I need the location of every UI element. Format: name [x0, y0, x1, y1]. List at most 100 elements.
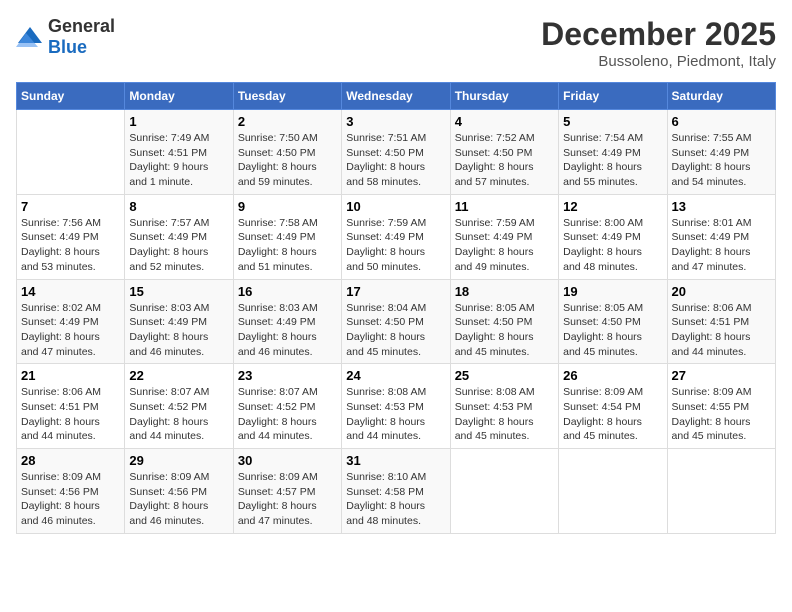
calendar-cell: 7 Sunrise: 7:56 AMSunset: 4:49 PMDaylight…	[17, 194, 125, 279]
calendar-cell: 5 Sunrise: 7:54 AMSunset: 4:49 PMDaylight…	[559, 110, 667, 195]
cell-info: Sunrise: 8:03 AMSunset: 4:49 PMDaylight:…	[129, 301, 228, 360]
calendar-cell: 26 Sunrise: 8:09 AMSunset: 4:54 PMDayligh…	[559, 364, 667, 449]
day-number: 13	[672, 199, 771, 214]
day-number: 23	[238, 368, 337, 383]
calendar-cell: 27 Sunrise: 8:09 AMSunset: 4:55 PMDayligh…	[667, 364, 775, 449]
calendar-cell	[450, 449, 558, 534]
calendar-cell: 25 Sunrise: 8:08 AMSunset: 4:53 PMDayligh…	[450, 364, 558, 449]
cell-info: Sunrise: 8:06 AMSunset: 4:51 PMDaylight:…	[672, 301, 771, 360]
day-header-thursday: Thursday	[450, 83, 558, 110]
day-number: 21	[21, 368, 120, 383]
cell-info: Sunrise: 8:05 AMSunset: 4:50 PMDaylight:…	[455, 301, 554, 360]
week-row-5: 28 Sunrise: 8:09 AMSunset: 4:56 PMDayligh…	[17, 449, 776, 534]
cell-info: Sunrise: 7:54 AMSunset: 4:49 PMDaylight:…	[563, 131, 662, 190]
calendar-cell: 20 Sunrise: 8:06 AMSunset: 4:51 PMDayligh…	[667, 279, 775, 364]
calendar-cell: 17 Sunrise: 8:04 AMSunset: 4:50 PMDayligh…	[342, 279, 450, 364]
title-area: December 2025 Bussoleno, Piedmont, Italy	[541, 16, 776, 70]
cell-info: Sunrise: 8:10 AMSunset: 4:58 PMDaylight:…	[346, 470, 445, 529]
logo-icon	[16, 25, 44, 49]
calendar-cell: 4 Sunrise: 7:52 AMSunset: 4:50 PMDaylight…	[450, 110, 558, 195]
cell-info: Sunrise: 8:09 AMSunset: 4:56 PMDaylight:…	[21, 470, 120, 529]
cell-info: Sunrise: 8:00 AMSunset: 4:49 PMDaylight:…	[563, 216, 662, 275]
calendar-cell: 1 Sunrise: 7:49 AMSunset: 4:51 PMDaylight…	[125, 110, 233, 195]
calendar-cell: 23 Sunrise: 8:07 AMSunset: 4:52 PMDayligh…	[233, 364, 341, 449]
day-number: 11	[455, 199, 554, 214]
calendar-cell: 3Sunrise: 7:51 AMSunset: 4:50 PMDaylight…	[342, 110, 450, 195]
calendar-cell: 16 Sunrise: 8:03 AMSunset: 4:49 PMDayligh…	[233, 279, 341, 364]
day-number: 12	[563, 199, 662, 214]
cell-info: Sunrise: 7:49 AMSunset: 4:51 PMDaylight:…	[129, 131, 228, 190]
calendar-cell: 19Sunrise: 8:05 AMSunset: 4:50 PMDayligh…	[559, 279, 667, 364]
week-row-4: 21 Sunrise: 8:06 AMSunset: 4:51 PMDayligh…	[17, 364, 776, 449]
cell-info: Sunrise: 8:03 AMSunset: 4:49 PMDaylight:…	[238, 301, 337, 360]
calendar-cell: 8Sunrise: 7:57 AMSunset: 4:49 PMDaylight…	[125, 194, 233, 279]
day-number: 28	[21, 453, 120, 468]
calendar-table: SundayMondayTuesdayWednesdayThursdayFrid…	[16, 82, 776, 534]
day-number: 31	[346, 453, 445, 468]
calendar-cell: 28 Sunrise: 8:09 AMSunset: 4:56 PMDayligh…	[17, 449, 125, 534]
week-row-3: 14 Sunrise: 8:02 AMSunset: 4:49 PMDayligh…	[17, 279, 776, 364]
month-title: December 2025	[541, 16, 776, 53]
calendar-cell: 6Sunrise: 7:55 AMSunset: 4:49 PMDaylight…	[667, 110, 775, 195]
logo-general: General	[48, 16, 115, 36]
day-number: 7	[21, 199, 120, 214]
calendar-cell: 29 Sunrise: 8:09 AMSunset: 4:56 PMDayligh…	[125, 449, 233, 534]
cell-info: Sunrise: 8:06 AMSunset: 4:51 PMDaylight:…	[21, 385, 120, 444]
calendar-cell: 14 Sunrise: 8:02 AMSunset: 4:49 PMDayligh…	[17, 279, 125, 364]
day-number: 1	[129, 114, 228, 129]
day-number: 5	[563, 114, 662, 129]
day-number: 15	[129, 284, 228, 299]
week-row-1: 1 Sunrise: 7:49 AMSunset: 4:51 PMDaylight…	[17, 110, 776, 195]
cell-info: Sunrise: 8:09 AMSunset: 4:56 PMDaylight:…	[129, 470, 228, 529]
cell-info: Sunrise: 8:09 AMSunset: 4:55 PMDaylight:…	[672, 385, 771, 444]
day-header-tuesday: Tuesday	[233, 83, 341, 110]
cell-info: Sunrise: 7:50 AMSunset: 4:50 PMDaylight:…	[238, 131, 337, 190]
cell-info: Sunrise: 7:56 AMSunset: 4:49 PMDaylight:…	[21, 216, 120, 275]
day-number: 29	[129, 453, 228, 468]
cell-info: Sunrise: 7:52 AMSunset: 4:50 PMDaylight:…	[455, 131, 554, 190]
day-number: 9	[238, 199, 337, 214]
day-number: 30	[238, 453, 337, 468]
cell-info: Sunrise: 8:02 AMSunset: 4:49 PMDaylight:…	[21, 301, 120, 360]
day-number: 25	[455, 368, 554, 383]
cell-info: Sunrise: 7:51 AMSunset: 4:50 PMDaylight:…	[346, 131, 445, 190]
cell-info: Sunrise: 8:07 AMSunset: 4:52 PMDaylight:…	[238, 385, 337, 444]
day-number: 22	[129, 368, 228, 383]
calendar-cell: 11 Sunrise: 7:59 AMSunset: 4:49 PMDayligh…	[450, 194, 558, 279]
day-number: 27	[672, 368, 771, 383]
logo-blue: Blue	[48, 37, 87, 57]
day-header-wednesday: Wednesday	[342, 83, 450, 110]
days-header-row: SundayMondayTuesdayWednesdayThursdayFrid…	[17, 83, 776, 110]
calendar-cell: 22Sunrise: 8:07 AMSunset: 4:52 PMDayligh…	[125, 364, 233, 449]
calendar-cell	[17, 110, 125, 195]
logo: General Blue	[16, 16, 115, 58]
day-number: 16	[238, 284, 337, 299]
day-header-saturday: Saturday	[667, 83, 775, 110]
cell-info: Sunrise: 8:08 AMSunset: 4:53 PMDaylight:…	[346, 385, 445, 444]
cell-info: Sunrise: 8:09 AMSunset: 4:57 PMDaylight:…	[238, 470, 337, 529]
week-row-2: 7 Sunrise: 7:56 AMSunset: 4:49 PMDaylight…	[17, 194, 776, 279]
calendar-cell	[559, 449, 667, 534]
day-number: 19	[563, 284, 662, 299]
day-number: 2	[238, 114, 337, 129]
calendar-cell: 30 Sunrise: 8:09 AMSunset: 4:57 PMDayligh…	[233, 449, 341, 534]
day-number: 10	[346, 199, 445, 214]
cell-info: Sunrise: 7:59 AMSunset: 4:49 PMDaylight:…	[455, 216, 554, 275]
day-number: 26	[563, 368, 662, 383]
day-number: 20	[672, 284, 771, 299]
header: General Blue December 2025 Bussoleno, Pi…	[16, 16, 776, 70]
cell-info: Sunrise: 8:09 AMSunset: 4:54 PMDaylight:…	[563, 385, 662, 444]
cell-info: Sunrise: 8:04 AMSunset: 4:50 PMDaylight:…	[346, 301, 445, 360]
day-number: 6	[672, 114, 771, 129]
calendar-cell: 12 Sunrise: 8:00 AMSunset: 4:49 PMDayligh…	[559, 194, 667, 279]
day-number: 14	[21, 284, 120, 299]
cell-info: Sunrise: 8:08 AMSunset: 4:53 PMDaylight:…	[455, 385, 554, 444]
day-number: 24	[346, 368, 445, 383]
day-header-friday: Friday	[559, 83, 667, 110]
cell-info: Sunrise: 8:01 AMSunset: 4:49 PMDaylight:…	[672, 216, 771, 275]
calendar-cell: 15 Sunrise: 8:03 AMSunset: 4:49 PMDayligh…	[125, 279, 233, 364]
cell-info: Sunrise: 7:58 AMSunset: 4:49 PMDaylight:…	[238, 216, 337, 275]
day-number: 17	[346, 284, 445, 299]
day-number: 4	[455, 114, 554, 129]
calendar-cell: 24 Sunrise: 8:08 AMSunset: 4:53 PMDayligh…	[342, 364, 450, 449]
